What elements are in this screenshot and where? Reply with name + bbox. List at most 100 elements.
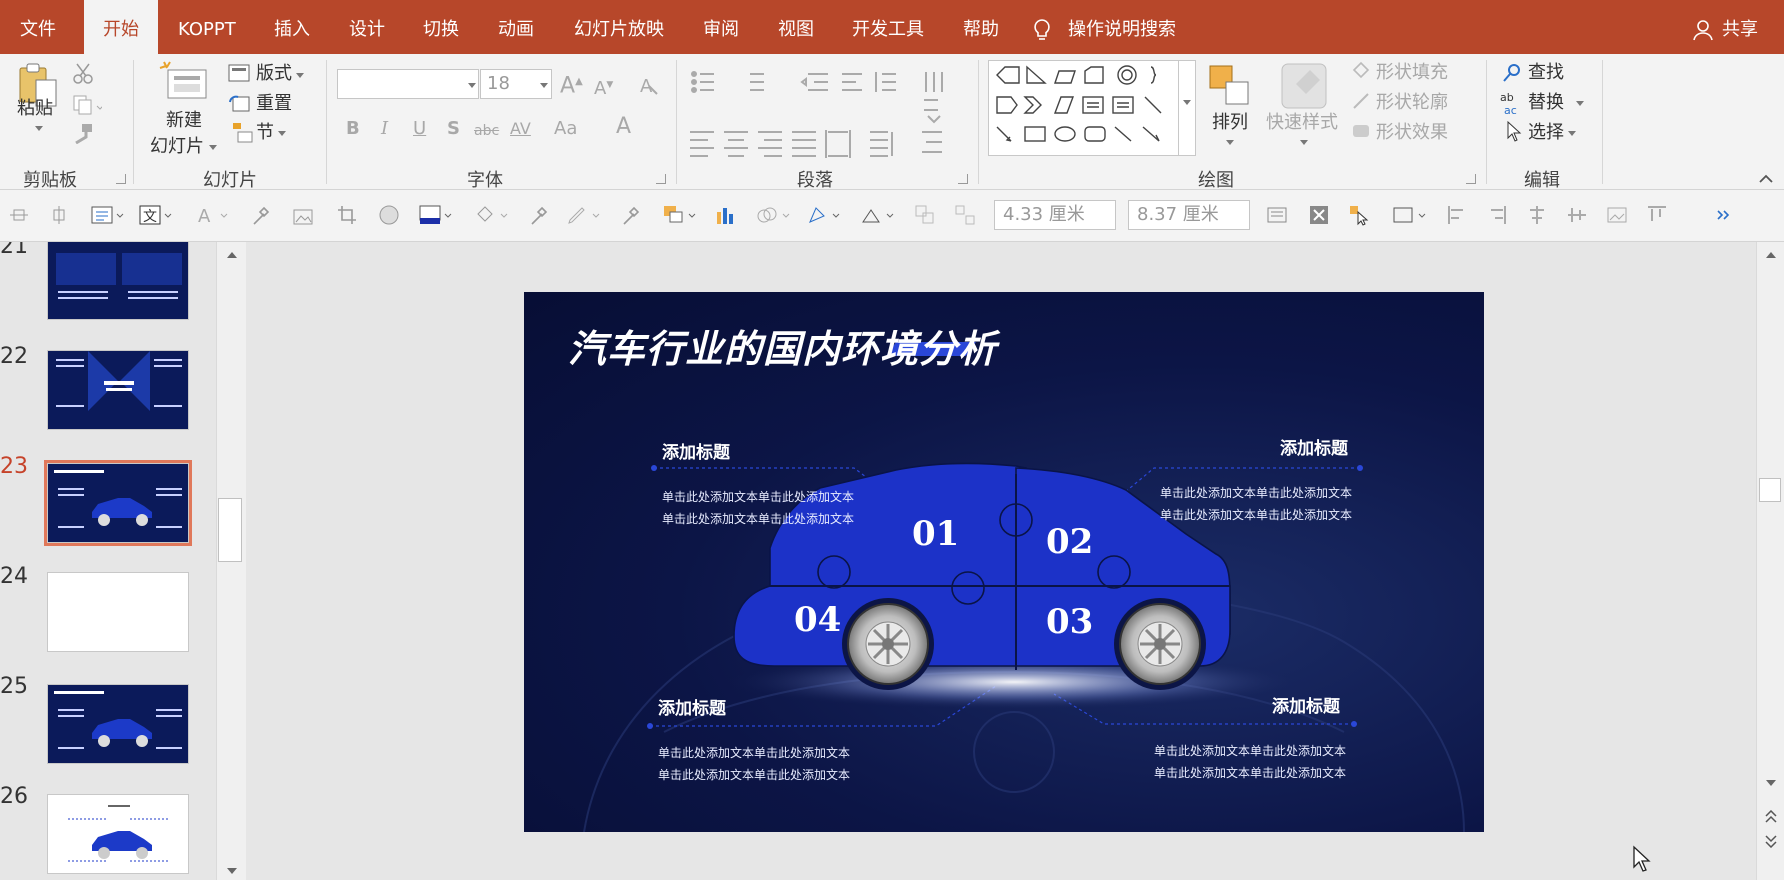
next-slide-icon[interactable] bbox=[1764, 834, 1778, 848]
section-dropdown-icon[interactable] bbox=[278, 131, 286, 136]
puzzle-number-04[interactable]: 04 bbox=[794, 600, 841, 640]
underline-button[interactable]: U bbox=[413, 118, 426, 140]
slide-canvas[interactable]: 汽车行业的国内环境分析 添加标题 单击此处添加文本单击此处添加文本 单击此处添加… bbox=[524, 292, 1484, 832]
paragraph-launcher-icon[interactable] bbox=[958, 174, 968, 184]
slide-panel-scroll-thumb[interactable] bbox=[218, 498, 242, 562]
frame-icon[interactable] bbox=[1392, 204, 1428, 226]
bar-chart-icon[interactable] bbox=[714, 204, 736, 226]
paste-dropdown-icon[interactable] bbox=[35, 126, 43, 131]
rotate-icon[interactable] bbox=[860, 204, 896, 226]
merge-shapes-icon[interactable] bbox=[756, 204, 792, 226]
change-case-button[interactable]: Aa bbox=[554, 118, 577, 140]
font-name-input[interactable] bbox=[337, 69, 479, 99]
picture-icon[interactable] bbox=[292, 204, 314, 226]
block-4-heading[interactable]: 添加标题 bbox=[1272, 692, 1340, 717]
italic-button[interactable]: I bbox=[381, 118, 388, 140]
eyedropper-icon[interactable] bbox=[250, 204, 272, 226]
scroll-up-icon[interactable] bbox=[1764, 250, 1778, 260]
grow-font-button[interactable]: A▲ bbox=[560, 71, 583, 97]
font-launcher-icon[interactable] bbox=[656, 174, 666, 184]
quick-styles-dropdown-icon[interactable] bbox=[1300, 140, 1308, 145]
delete-icon[interactable] bbox=[1308, 204, 1330, 226]
align-left-icon[interactable] bbox=[1446, 204, 1468, 226]
find-icon[interactable] bbox=[1502, 62, 1524, 84]
shape-height-input[interactable]: 4.33 厘米 bbox=[994, 200, 1116, 230]
cut-icon[interactable] bbox=[72, 62, 94, 84]
new-slide-dropdown-icon[interactable] bbox=[209, 145, 217, 150]
drawing-launcher-icon[interactable] bbox=[1466, 174, 1476, 184]
editor-scrollbar[interactable] bbox=[1756, 242, 1784, 880]
paint-bucket-icon[interactable] bbox=[474, 204, 510, 226]
strikethrough-button[interactable]: abc bbox=[474, 120, 499, 142]
align-middle-icon[interactable] bbox=[1566, 204, 1588, 226]
font-name-dropdown-icon[interactable] bbox=[468, 83, 476, 88]
char-spacing-button[interactable]: AV bbox=[510, 118, 531, 140]
tab-transitions[interactable]: 切换 bbox=[417, 0, 465, 54]
section-label[interactable]: 节 bbox=[256, 122, 274, 144]
shape-outline-icon[interactable] bbox=[1350, 90, 1372, 112]
eyedropper-2-icon[interactable] bbox=[528, 204, 550, 226]
block-3-line-1[interactable]: 单击此处添加文本单击此处添加文本 bbox=[658, 742, 850, 764]
tab-insert[interactable]: 插入 bbox=[268, 0, 316, 54]
text-box-icon[interactable] bbox=[90, 204, 126, 226]
shape-fill-label[interactable]: 形状填充 bbox=[1376, 62, 1448, 84]
editor-scroll-thumb[interactable] bbox=[1759, 478, 1781, 502]
align-icon[interactable] bbox=[8, 204, 30, 226]
block-3-line-2[interactable]: 单击此处添加文本单击此处添加文本 bbox=[658, 764, 850, 786]
fill-color-icon[interactable] bbox=[418, 204, 454, 226]
copy-icon[interactable] bbox=[72, 94, 104, 116]
arrange-icon[interactable] bbox=[1208, 64, 1252, 108]
circle-shape-icon[interactable] bbox=[378, 204, 400, 226]
paste-label[interactable]: 粘贴 bbox=[17, 98, 53, 120]
font-size-dropdown-icon[interactable] bbox=[540, 83, 548, 88]
reset-label[interactable]: 重置 bbox=[256, 93, 292, 115]
block-1-line-1[interactable]: 单击此处添加文本单击此处添加文本 bbox=[662, 486, 854, 508]
arrange-label[interactable]: 排列 bbox=[1212, 112, 1248, 134]
slide-thumbnail[interactable] bbox=[47, 684, 189, 764]
text-fill-icon[interactable]: A bbox=[196, 204, 232, 226]
shape-outline-label[interactable]: 形状轮廓 bbox=[1376, 92, 1448, 114]
section-icon[interactable] bbox=[232, 122, 254, 144]
block-1-line-2[interactable]: 单击此处添加文本单击此处添加文本 bbox=[662, 508, 854, 530]
tab-animations[interactable]: 动画 bbox=[492, 0, 540, 54]
format-painter-icon[interactable] bbox=[72, 122, 94, 145]
shapes-gallery[interactable] bbox=[988, 60, 1196, 156]
previous-slide-icon[interactable] bbox=[1764, 810, 1778, 824]
clear-format-icon[interactable]: A bbox=[638, 74, 660, 97]
scroll-up-icon[interactable] bbox=[225, 250, 239, 260]
scroll-down-icon[interactable] bbox=[225, 866, 239, 876]
bold-button[interactable]: B bbox=[346, 118, 360, 140]
slide-thumbnail-current[interactable] bbox=[47, 463, 189, 543]
block-4-line-2[interactable]: 单击此处添加文本单击此处添加文本 bbox=[1154, 762, 1346, 784]
shape-effects-icon[interactable] bbox=[1350, 120, 1372, 142]
group-icon[interactable] bbox=[914, 204, 936, 226]
paragraph-controls-icon[interactable] bbox=[690, 70, 980, 170]
align-top-icon[interactable] bbox=[1646, 204, 1668, 226]
block-1-heading[interactable]: 添加标题 bbox=[662, 438, 730, 463]
arrange-dropdown-icon[interactable] bbox=[1226, 140, 1234, 145]
size-dialog-icon[interactable] bbox=[1266, 204, 1288, 226]
tab-developer[interactable]: 开发工具 bbox=[846, 0, 930, 54]
vertical-text-icon[interactable]: 文 bbox=[138, 204, 174, 226]
new-slide-label-2[interactable]: 幻灯片 bbox=[150, 136, 204, 158]
layout-dropdown-icon[interactable] bbox=[296, 73, 304, 78]
tab-home[interactable]: 开始 bbox=[84, 0, 158, 54]
quick-styles-label[interactable]: 快速样式 bbox=[1266, 112, 1338, 134]
select-label[interactable]: 选择 bbox=[1528, 122, 1564, 144]
tab-design[interactable]: 设计 bbox=[343, 0, 391, 54]
shapes-gallery-scroll[interactable] bbox=[1178, 60, 1196, 156]
align-center-icon[interactable] bbox=[1526, 204, 1548, 226]
block-4-line-1[interactable]: 单击此处添加文本单击此处添加文本 bbox=[1154, 740, 1346, 762]
pen-icon[interactable] bbox=[566, 204, 602, 226]
scroll-down-icon[interactable] bbox=[1764, 778, 1778, 788]
collapse-ribbon-icon[interactable] bbox=[1758, 168, 1774, 183]
slide-thumbnail[interactable] bbox=[47, 572, 189, 652]
tab-file[interactable]: 文件 bbox=[14, 0, 62, 54]
select-dropdown-icon[interactable] bbox=[1568, 131, 1576, 136]
slide-thumbnail[interactable] bbox=[47, 242, 189, 320]
find-label[interactable]: 查找 bbox=[1528, 62, 1564, 84]
replace-dropdown-icon[interactable] bbox=[1576, 101, 1584, 106]
tab-help[interactable]: 帮助 bbox=[957, 0, 1005, 54]
crop-icon[interactable] bbox=[336, 204, 358, 226]
replace-icon[interactable]: ab ac bbox=[1500, 90, 1526, 117]
